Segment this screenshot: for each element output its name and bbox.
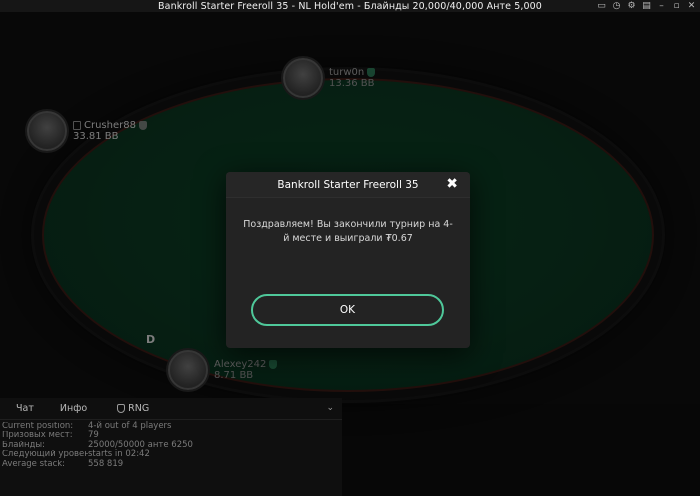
history-icon[interactable]: ▭ <box>597 1 606 11</box>
stat-label: Следующий уровень: <box>2 450 88 460</box>
title-bar: Bankroll Starter Freeroll 35 - NL Hold'e… <box>0 0 700 12</box>
tournament-result-dialog: Bankroll Starter Freeroll 35 ✖ Поздравля… <box>226 172 470 348</box>
stat-row: Блайнды: 25000/50000 анте 6250 <box>0 440 342 450</box>
dialog-title: Bankroll Starter Freeroll 35 <box>277 178 419 191</box>
close-icon[interactable]: ✕ <box>687 1 696 11</box>
stat-value: 4-й out of 4 players <box>88 421 172 431</box>
close-icon[interactable]: ✖ <box>446 177 458 191</box>
tab-chat[interactable]: Чат <box>16 403 34 414</box>
dialog-message: Поздравляем! Вы закончили турнир на 4-й … <box>243 219 453 244</box>
shield-icon <box>117 404 126 413</box>
minimize-icon[interactable]: – <box>657 1 666 11</box>
dialog-header: Bankroll Starter Freeroll 35 ✖ <box>226 172 470 198</box>
stat-label: Призовых мест: <box>2 431 73 441</box>
stat-label: Блайнды: <box>2 440 46 450</box>
clock-icon[interactable]: ◷ <box>612 1 621 11</box>
tab-info[interactable]: Инфо <box>60 403 87 414</box>
stat-row: Следующий уровень: starts in 02:42 <box>0 449 342 460</box>
ok-button[interactable]: OK <box>251 294 444 326</box>
stat-label: Average stack: <box>2 459 66 469</box>
tab-rng[interactable]: RNG <box>117 403 149 414</box>
stats-list: Current position: 4-й out of 4 players П… <box>0 420 342 469</box>
tab-rng-label: RNG <box>128 403 150 414</box>
info-tabs: Чат Инфо RNG ⌄ <box>0 398 342 420</box>
stat-label: Current position: <box>2 422 74 431</box>
chevron-down-icon[interactable]: ⌄ <box>326 403 334 413</box>
window-title: Bankroll Starter Freeroll 35 - NL Hold'e… <box>158 0 542 12</box>
window-controls: ▭ ◷ ⚙ ▤ – ▫ ✕ <box>597 0 696 12</box>
stat-value: 558 819 <box>88 458 124 469</box>
stat-row: Average stack: 558 819 <box>0 458 342 469</box>
stat-row: Current position: 4-й out of 4 players <box>0 421 342 431</box>
info-panel: Чат Инфо RNG ⌄ Current position: 4-й out… <box>0 398 342 496</box>
cards-icon[interactable]: ▤ <box>642 1 651 11</box>
gear-icon[interactable]: ⚙ <box>627 1 636 11</box>
maximize-icon[interactable]: ▫ <box>672 1 681 11</box>
